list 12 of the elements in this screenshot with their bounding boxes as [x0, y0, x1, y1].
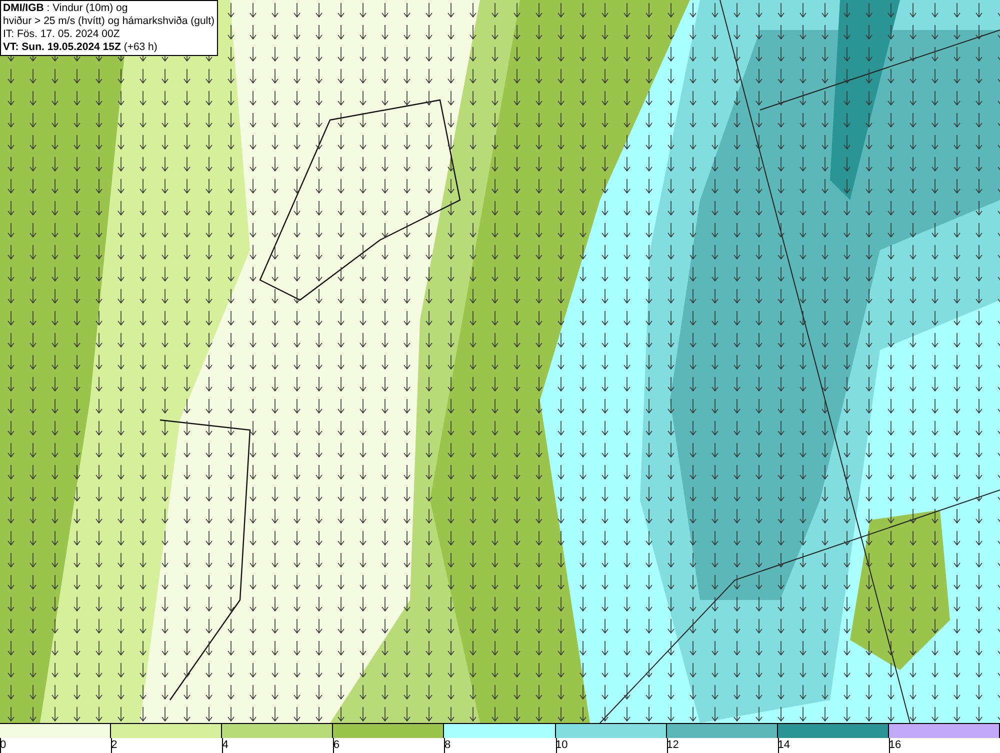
header-line: VT: Sun. 19.05.2024 15Z (+63 h) [3, 41, 158, 54]
header-line: hviður > 25 m/s (hvítt) og hámarkshviða (gult) [3, 15, 215, 28]
legend-label: 6 [333, 739, 340, 751]
legend-label: 2 [111, 739, 118, 751]
legend-label: 8 [444, 739, 451, 751]
legend-label: 14 [778, 739, 790, 751]
legend-label: 4 [222, 739, 228, 751]
legend-label: 12 [666, 739, 679, 751]
legend-label: 10 [556, 739, 568, 751]
legend-label: 16 [888, 739, 902, 751]
header-line: DMI/IGB : Vindur (10m) og [3, 2, 129, 15]
header-line: IT: Fös. 17. 05. 2024 00Z [3, 28, 121, 41]
